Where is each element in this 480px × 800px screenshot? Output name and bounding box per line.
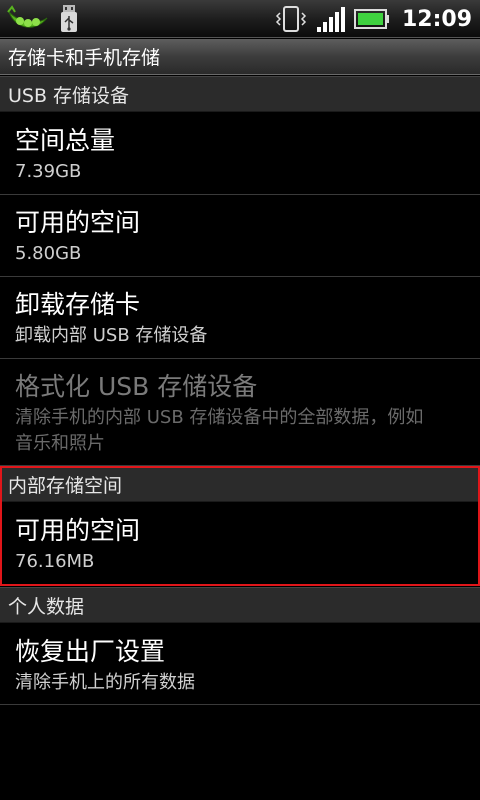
list-item-total-space[interactable]: 空间总量 7.39GB: [0, 113, 480, 195]
item-title: 恢复出厂设置: [15, 637, 166, 666]
pea-pod-icon: [7, 5, 48, 28]
section-header-personal-data: 个人数据: [0, 587, 480, 623]
vibrate-icon: [275, 6, 307, 32]
item-title: 空间总量: [15, 126, 116, 155]
section-header-usb-storage: USB 存储设备: [0, 76, 480, 112]
item-subtitle: 76.16MB: [15, 551, 95, 572]
item-subtitle: 清除手机上的所有数据: [15, 672, 195, 693]
item-title: 可用的空间: [15, 516, 141, 545]
status-bar: 12:09: [0, 0, 480, 38]
item-title: 卸载存储卡: [15, 290, 141, 319]
item-subtitle: 卸载内部 USB 存储设备: [15, 325, 208, 346]
item-subtitle: 7.39GB: [15, 161, 82, 182]
clock: 12:09: [401, 6, 472, 32]
notification-icons: [6, 3, 80, 35]
item-title: 格式化 USB 存储设备: [15, 372, 258, 401]
item-subtitle: 5.80GB: [15, 243, 82, 264]
usb-icon: [61, 5, 77, 32]
list-item-format-usb-storage: 格式化 USB 存储设备 清除手机的内部 USB 存储设备中的全部数据，例如 音…: [0, 359, 480, 466]
list-item-internal-available-space[interactable]: 可用的空间 76.16MB: [0, 503, 480, 586]
list-item-available-space[interactable]: 可用的空间 5.80GB: [0, 195, 480, 277]
item-title: 可用的空间: [15, 208, 141, 237]
page-title: 存储卡和手机存储: [0, 39, 480, 75]
item-subtitle-line-2: 音乐和照片: [15, 433, 105, 454]
list-item-factory-reset[interactable]: 恢复出厂设置 清除手机上的所有数据: [0, 624, 480, 705]
battery-icon: [353, 9, 389, 29]
signal-icon: [316, 7, 345, 32]
item-subtitle-line-1: 清除手机的内部 USB 存储设备中的全部数据，例如: [15, 407, 424, 428]
system-icons: 12:09: [274, 3, 472, 35]
list-item-unmount-card[interactable]: 卸载存储卡 卸载内部 USB 存储设备: [0, 277, 480, 359]
section-header-internal-storage: 内部存储空间: [0, 466, 480, 502]
